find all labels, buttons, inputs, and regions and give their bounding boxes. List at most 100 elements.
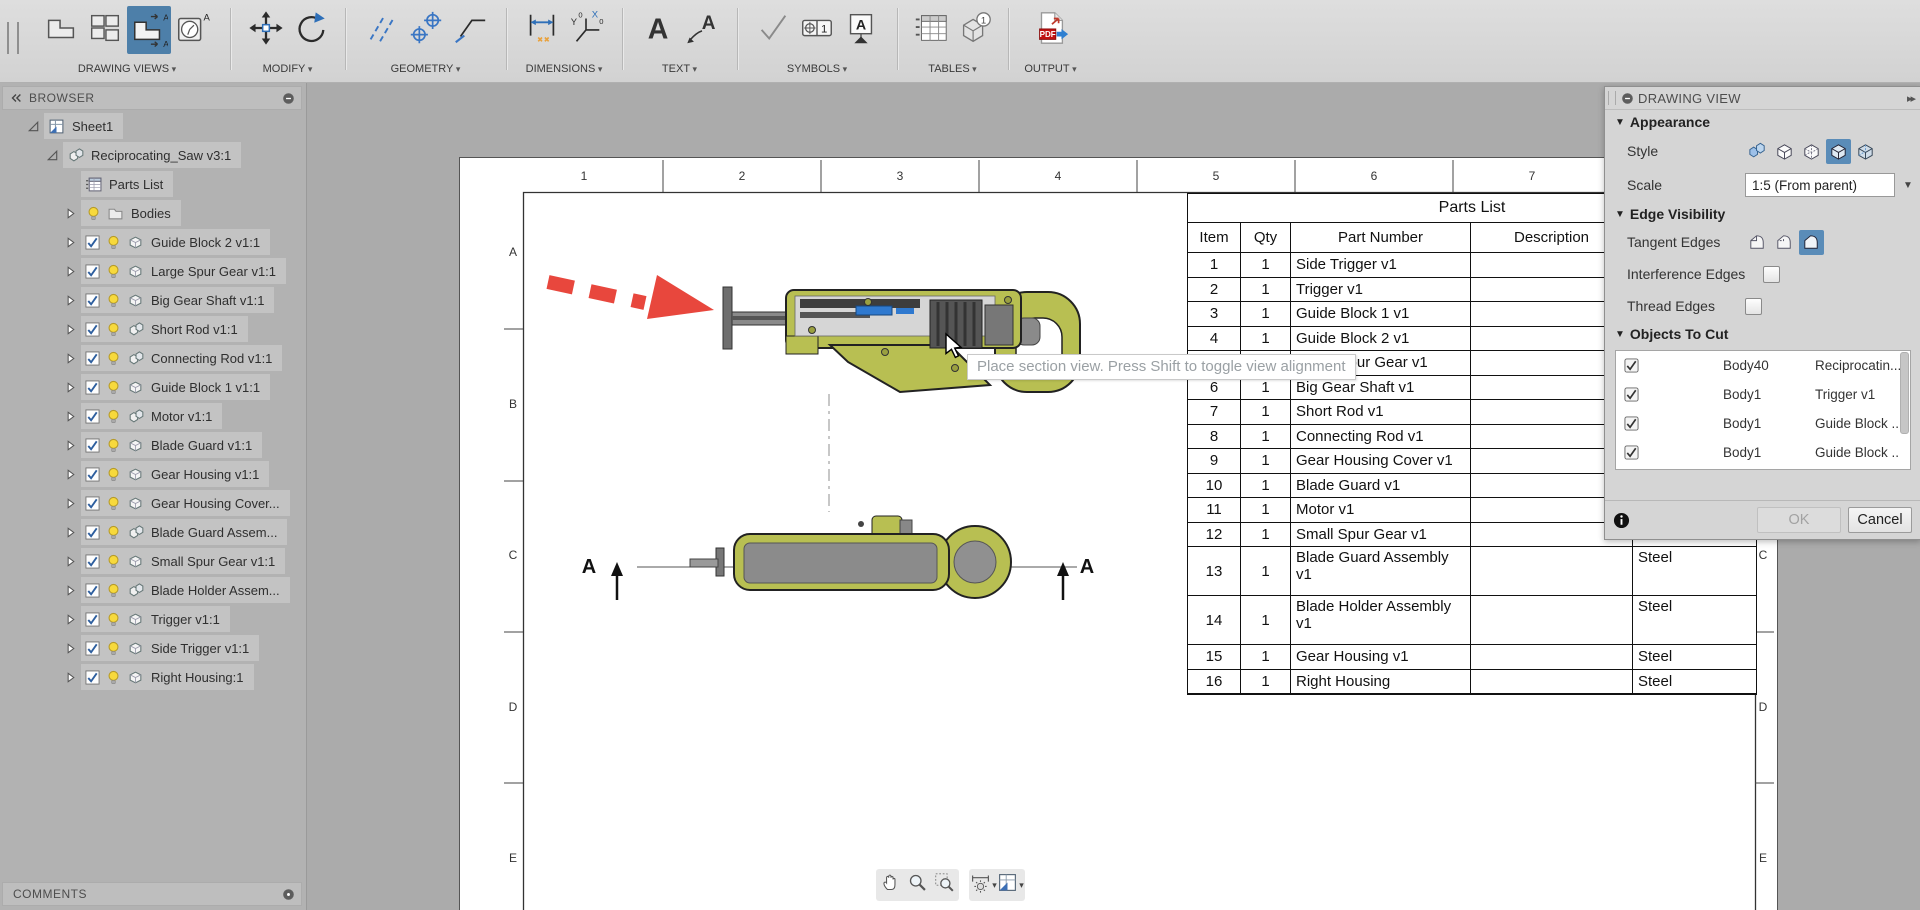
bulb-icon[interactable] xyxy=(105,321,122,338)
tree-item-content[interactable]: Gear Housing v1:1 xyxy=(81,461,269,487)
objects-to-cut-row[interactable]: Body1Guide Block .. xyxy=(1616,409,1910,438)
tree-item-reciprocating-saw-v3-1[interactable]: Reciprocating_Saw v3:1 xyxy=(0,142,241,168)
bulb-icon[interactable] xyxy=(105,611,122,628)
object-cut-checkbox[interactable] xyxy=(1624,445,1639,460)
tree-item-content[interactable]: Trigger v1:1 xyxy=(81,606,230,632)
visibility-checkbox[interactable] xyxy=(85,554,100,569)
dialog-grip-icon[interactable] xyxy=(1608,91,1616,105)
expander-icon[interactable] xyxy=(63,409,78,424)
toolbar-group-label[interactable]: DRAWING VIEWS xyxy=(24,63,230,75)
toolbar-grip[interactable] xyxy=(7,22,19,54)
tree-item-content[interactable]: Side Trigger v1:1 xyxy=(81,635,259,661)
visibility-checkbox[interactable] xyxy=(85,467,100,482)
visibility-checkbox[interactable] xyxy=(85,496,100,511)
browser-collapse-icon[interactable] xyxy=(279,90,297,106)
toolbar-center-mark-button[interactable] xyxy=(404,6,448,54)
toolbar-balloon-button[interactable]: 1 xyxy=(953,6,997,54)
bulb-icon[interactable] xyxy=(105,582,122,599)
object-cut-checkbox[interactable] xyxy=(1624,358,1639,373)
bulb-icon[interactable] xyxy=(105,292,122,309)
tree-item-content[interactable]: Right Housing:1 xyxy=(81,664,254,690)
tree-item-content[interactable]: Blade Guard Assem... xyxy=(81,519,287,545)
tree-item-content[interactable]: Bodies xyxy=(81,200,181,226)
visibility-checkbox[interactable] xyxy=(85,438,100,453)
section-objects-to-cut[interactable]: ▼ Objects To Cut xyxy=(1605,322,1920,346)
objects-to-cut-row[interactable]: Body40Reciprocatin... xyxy=(1616,351,1910,380)
scale-select[interactable]: 1:5 (From parent) xyxy=(1745,173,1895,197)
section-collapse-icon[interactable]: ▼ xyxy=(1615,117,1625,128)
expander-icon[interactable] xyxy=(63,641,78,656)
tree-item-content[interactable]: Big Gear Shaft v1:1 xyxy=(81,287,274,313)
bulb-icon[interactable] xyxy=(105,437,122,454)
toolbar-rotate-view-button[interactable] xyxy=(288,6,332,54)
bulb-icon[interactable] xyxy=(105,524,122,541)
scale-dropdown-arrow-icon[interactable]: ▼ xyxy=(1903,180,1913,191)
toolbar-group-label[interactable]: MODIFY xyxy=(230,63,345,75)
expander-icon[interactable] xyxy=(63,293,78,308)
objects-to-cut-row[interactable]: Body1Trigger v1 xyxy=(1616,380,1910,409)
toolbar-text-symbol-button[interactable]: A xyxy=(839,6,883,54)
toolbar-group-label[interactable]: DIMENSIONS xyxy=(506,63,622,75)
pan-button[interactable] xyxy=(877,870,904,900)
expander-icon[interactable] xyxy=(63,612,78,627)
tree-item-content[interactable]: Parts List xyxy=(81,171,173,197)
tree-item-content[interactable]: Guide Block 2 v1:1 xyxy=(81,229,270,255)
tree-item-parts-list[interactable]: Parts List xyxy=(0,171,173,197)
toolbar-edge-extension-button[interactable] xyxy=(448,6,492,54)
tree-item-content[interactable]: Short Rod v1:1 xyxy=(81,316,248,342)
tree-item-content[interactable]: Blade Holder Assem... xyxy=(81,577,290,603)
expander-icon[interactable] xyxy=(45,148,60,163)
collapse-left-icon[interactable] xyxy=(7,90,25,106)
tree-item-connecting-rod-v1-1[interactable]: Connecting Rod v1:1 xyxy=(0,345,282,371)
bulb-icon[interactable] xyxy=(105,669,122,686)
browser-header[interactable]: BROWSER xyxy=(2,86,302,110)
dialog-dock-icon[interactable]: ▸▸ xyxy=(1907,92,1914,105)
style-shaded-hidden-icon[interactable] xyxy=(1745,139,1770,164)
tree-item-short-rod-v1-1[interactable]: Short Rod v1:1 xyxy=(0,316,248,342)
tree-item-content[interactable]: Reciprocating_Saw v3:1 xyxy=(63,142,241,168)
toolbar-parts-list-button[interactable] xyxy=(909,6,953,54)
expander-icon[interactable] xyxy=(63,322,78,337)
expander-icon[interactable] xyxy=(63,525,78,540)
toolbar-move-view-button[interactable] xyxy=(244,6,288,54)
tree-item-content[interactable]: Gear Housing Cover... xyxy=(81,490,290,516)
expander-icon[interactable] xyxy=(63,467,78,482)
tree-item-gear-housing-cover[interactable]: Gear Housing Cover... xyxy=(0,490,290,516)
section-collapse-icon[interactable]: ▼ xyxy=(1615,209,1625,220)
expander-icon[interactable] xyxy=(63,554,78,569)
tree-item-big-gear-shaft-v1-1[interactable]: Big Gear Shaft v1:1 xyxy=(0,287,274,313)
dialog-header[interactable]: DRAWING VIEW ▸▸ xyxy=(1605,87,1920,110)
thread-edges-checkbox[interactable] xyxy=(1745,298,1762,315)
toolbar-dimension-button[interactable] xyxy=(520,6,564,54)
toolbar-centerline-button[interactable] xyxy=(360,6,404,54)
visibility-checkbox[interactable] xyxy=(85,525,100,540)
tree-item-blade-guard-assem[interactable]: Blade Guard Assem... xyxy=(0,519,287,545)
tree-item-small-spur-gear-v1-1[interactable]: Small Spur Gear v1:1 xyxy=(0,548,285,574)
tree-item-blade-guard-v1-1[interactable]: Blade Guard v1:1 xyxy=(0,432,262,458)
toolbar-detail-view-button[interactable]: A xyxy=(171,6,215,54)
tree-item-content[interactable]: Small Spur Gear v1:1 xyxy=(81,548,285,574)
expander-icon[interactable] xyxy=(63,670,78,685)
tree-item-gear-housing-v1-1[interactable]: Gear Housing v1:1 xyxy=(0,461,269,487)
toolbar-multi-sheet-view-button[interactable] xyxy=(83,6,127,54)
visibility-checkbox[interactable] xyxy=(85,293,100,308)
tangent-off-icon[interactable] xyxy=(1799,230,1824,255)
info-icon[interactable] xyxy=(1613,512,1630,529)
toolbar-base-view-button[interactable] xyxy=(39,6,83,54)
style-shaded-edges-icon[interactable] xyxy=(1853,139,1878,164)
visibility-checkbox[interactable] xyxy=(85,409,100,424)
bulb-icon[interactable] xyxy=(105,640,122,657)
bulb-icon[interactable] xyxy=(105,350,122,367)
bulb-icon[interactable] xyxy=(105,495,122,512)
expander-icon[interactable] xyxy=(63,206,78,221)
expander-icon[interactable] xyxy=(63,264,78,279)
section-collapse-icon[interactable]: ▼ xyxy=(1615,329,1625,340)
comments-bar[interactable]: COMMENTS xyxy=(2,882,302,906)
toolbar-group-label[interactable]: TEXT xyxy=(622,63,737,75)
toolbar-text-button[interactable]: A xyxy=(636,6,680,54)
dimension-settings-button[interactable] xyxy=(970,870,997,900)
tree-item-content[interactable]: Motor v1:1 xyxy=(81,403,222,429)
expander-icon[interactable] xyxy=(63,351,78,366)
tree-item-side-trigger-v1-1[interactable]: Side Trigger v1:1 xyxy=(0,635,259,661)
toolbar-group-label[interactable]: SYMBOLS xyxy=(737,63,897,75)
